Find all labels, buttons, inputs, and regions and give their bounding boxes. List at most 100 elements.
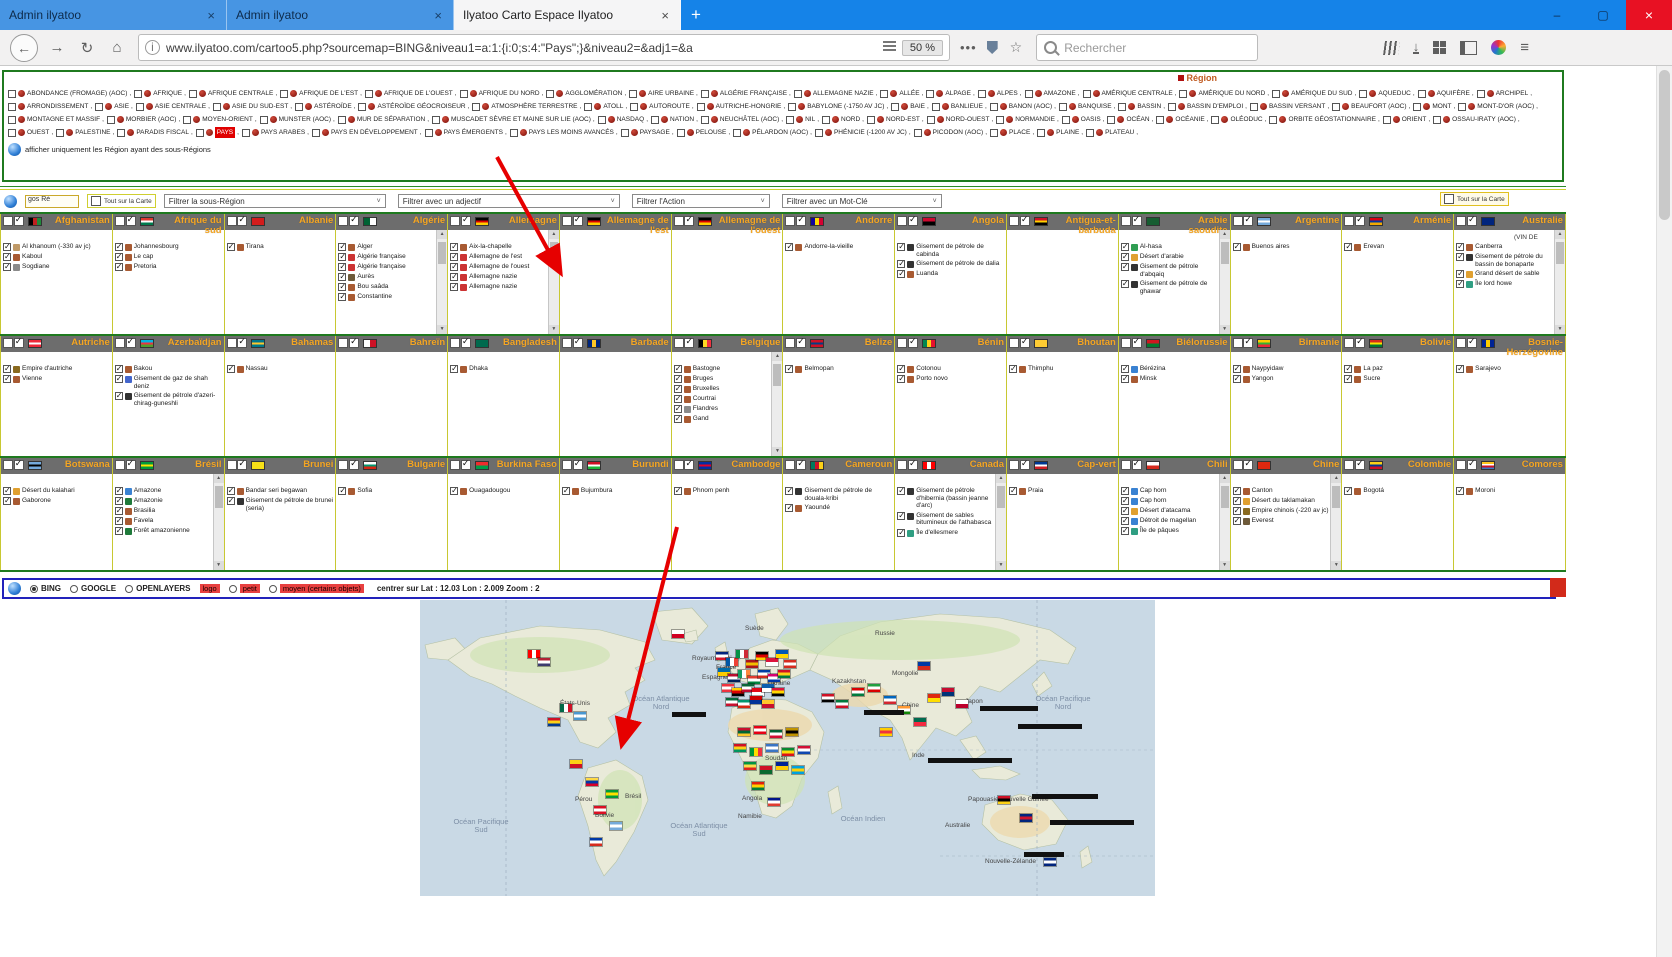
country-select-checkbox[interactable]: [897, 338, 907, 348]
country-visible-checkbox[interactable]: [237, 216, 247, 226]
item-checkbox[interactable]: [785, 365, 793, 373]
country-select-checkbox[interactable]: [227, 338, 237, 348]
region-item[interactable]: NATION,: [651, 114, 698, 125]
region-checkbox[interactable]: [213, 103, 221, 111]
country-visible-checkbox[interactable]: [1132, 460, 1142, 470]
country-visible-checkbox[interactable]: [349, 460, 359, 470]
scrollbar-thumb[interactable]: [1659, 70, 1670, 220]
map-flag-marker[interactable]: [784, 660, 796, 668]
item-checkbox[interactable]: [785, 504, 793, 512]
region-item[interactable]: NEUCHÂTEL (AOC),: [701, 114, 783, 125]
item-checkbox[interactable]: [1344, 365, 1352, 373]
region-checkbox[interactable]: [926, 90, 934, 98]
country-select-checkbox[interactable]: [1456, 460, 1466, 470]
item-checkbox[interactable]: [897, 529, 905, 537]
region-checkbox[interactable]: [8, 116, 16, 124]
country-visible-checkbox[interactable]: [14, 460, 24, 470]
region-item[interactable]: PLACE,: [990, 127, 1034, 138]
item-checkbox[interactable]: [450, 487, 458, 495]
region-item[interactable]: OCÉANIE,: [1156, 114, 1208, 125]
scroll-thumb[interactable]: [550, 242, 558, 264]
country-select-checkbox[interactable]: [562, 338, 572, 348]
region-checkbox[interactable]: [927, 116, 935, 124]
zoom-indicator[interactable]: 50 %: [902, 40, 943, 56]
scroll-down-icon[interactable]: ▼: [437, 325, 447, 334]
item-checkbox[interactable]: [227, 497, 235, 505]
region-checkbox[interactable]: [1037, 129, 1045, 137]
scroll-down-icon[interactable]: ▼: [772, 447, 782, 456]
item-checkbox[interactable]: [115, 507, 123, 515]
region-item[interactable]: ASIE CENTRALE,: [136, 101, 210, 112]
item-checkbox[interactable]: [115, 243, 123, 251]
country-select-checkbox[interactable]: [115, 216, 125, 226]
region-checkbox[interactable]: [183, 116, 191, 124]
map-flag-marker[interactable]: [776, 762, 788, 770]
item-checkbox[interactable]: [450, 253, 458, 261]
region-item[interactable]: AFRIQUE,: [134, 88, 186, 99]
map-flag-marker[interactable]: [852, 688, 864, 696]
item-checkbox[interactable]: [115, 392, 123, 400]
item-checkbox[interactable]: [338, 273, 346, 281]
tab-close-icon[interactable]: ×: [205, 8, 217, 23]
country-visible-checkbox[interactable]: [14, 216, 24, 226]
map-flag-marker[interactable]: [766, 744, 778, 752]
map-flag-marker[interactable]: [836, 700, 848, 708]
browser-tab[interactable]: Admin ilyatoo×: [227, 0, 454, 30]
region-checkbox[interactable]: [510, 129, 518, 137]
country-select-checkbox[interactable]: [1121, 216, 1131, 226]
item-checkbox[interactable]: [450, 365, 458, 373]
country-visible-checkbox[interactable]: [1467, 216, 1477, 226]
country-visible-checkbox[interactable]: [1355, 216, 1365, 226]
map-flag-marker[interactable]: [868, 684, 880, 692]
region-checkbox[interactable]: [1272, 90, 1280, 98]
map-flag-marker[interactable]: [884, 696, 896, 704]
item-checkbox[interactable]: [1009, 365, 1017, 373]
item-checkbox[interactable]: [115, 253, 123, 261]
panel-scrollbar[interactable]: ▲▼: [995, 474, 1006, 570]
item-checkbox[interactable]: [450, 273, 458, 281]
country-visible-checkbox[interactable]: [461, 460, 471, 470]
country-select-checkbox[interactable]: [897, 460, 907, 470]
region-item[interactable]: PAYS LES MOINS AVANCÉS,: [510, 127, 618, 138]
map-flag-marker[interactable]: [750, 696, 762, 704]
map-size-option[interactable]: petit: [229, 584, 260, 593]
country-select-checkbox[interactable]: [3, 338, 13, 348]
region-checkbox[interactable]: [733, 129, 741, 137]
region-checkbox[interactable]: [914, 129, 922, 137]
scroll-up-icon[interactable]: ▲: [1555, 230, 1565, 239]
item-checkbox[interactable]: [338, 283, 346, 291]
panel-scrollbar[interactable]: ▲▼: [548, 230, 559, 334]
map-flag-marker[interactable]: [772, 688, 784, 696]
item-checkbox[interactable]: [674, 487, 682, 495]
country-visible-checkbox[interactable]: [796, 216, 806, 226]
country-visible-checkbox[interactable]: [1243, 216, 1253, 226]
country-visible-checkbox[interactable]: [461, 338, 471, 348]
item-checkbox[interactable]: [1121, 527, 1129, 535]
region-item[interactable]: PHÉNICIE (-1200 AV JC),: [815, 127, 911, 138]
item-checkbox[interactable]: [1121, 497, 1129, 505]
maximize-button[interactable]: ▢: [1580, 0, 1626, 30]
region-checkbox[interactable]: [651, 116, 659, 124]
map-flag-marker[interactable]: [560, 704, 572, 712]
region-checkbox[interactable]: [338, 116, 346, 124]
item-checkbox[interactable]: [115, 497, 123, 505]
map-flag-marker[interactable]: [606, 790, 618, 798]
radio-button[interactable]: [125, 585, 133, 593]
region-checkbox[interactable]: [932, 103, 940, 111]
country-visible-checkbox[interactable]: [1020, 460, 1030, 470]
country-select-checkbox[interactable]: [1009, 338, 1019, 348]
region-item[interactable]: MONT,: [1413, 101, 1455, 112]
region-item[interactable]: OCÉAN,: [1107, 114, 1153, 125]
region-checkbox[interactable]: [786, 116, 794, 124]
item-checkbox[interactable]: [1344, 243, 1352, 251]
item-checkbox[interactable]: [897, 375, 905, 383]
scroll-up-icon[interactable]: ▲: [1220, 474, 1230, 483]
scroll-down-icon[interactable]: ▼: [1555, 325, 1565, 334]
region-checkbox[interactable]: [432, 116, 440, 124]
scroll-thumb[interactable]: [215, 486, 223, 508]
map-flag-marker[interactable]: [570, 760, 582, 768]
map-flag-marker[interactable]: [762, 700, 774, 708]
map-flag-marker[interactable]: [610, 822, 622, 830]
region-item[interactable]: NORD,: [822, 114, 864, 125]
region-checkbox[interactable]: [472, 103, 480, 111]
